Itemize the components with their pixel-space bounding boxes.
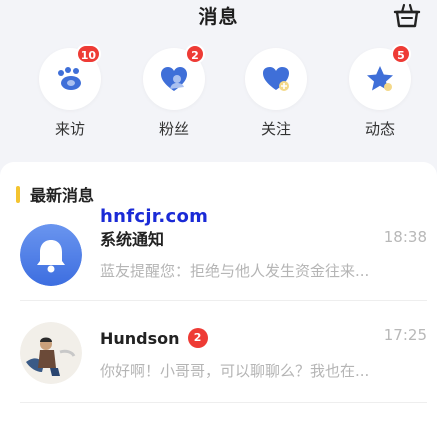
heart-person-icon — [161, 67, 187, 91]
message-preview: 蓝友提醒您：拒绝与他人发生资金往来... — [100, 262, 370, 280]
category-label: 来访 — [54, 120, 85, 138]
bell-icon — [20, 224, 82, 286]
heart-plus-icon — [263, 67, 289, 91]
message-row-system[interactable]: 系统通知 18:38 蓝友提醒您：拒绝与他人发生资金往来... — [0, 224, 437, 300]
header: 消息 — [0, 0, 437, 34]
footprint-icon — [58, 67, 81, 90]
category-label: 关注 — [260, 120, 291, 138]
category-icon-circle: 10 — [39, 44, 101, 110]
row-divider — [20, 300, 427, 301]
section-title: 最新消息 — [30, 186, 95, 205]
row-divider — [20, 402, 427, 403]
category-label: 动态 — [364, 120, 395, 138]
category-icon-circle: 2 — [143, 44, 205, 110]
category-badge: 10 — [75, 44, 101, 64]
section-header: 最新消息 — [16, 184, 95, 205]
message-sender-name: 系统通知 — [100, 230, 165, 249]
section-accent-bar — [16, 185, 20, 203]
message-sender-name: Hundson — [100, 328, 180, 348]
user-avatar — [20, 322, 82, 384]
basket-icon[interactable] — [393, 2, 421, 28]
category-visitors[interactable]: 10 来访 — [34, 44, 106, 139]
unread-badge: 2 — [187, 328, 208, 348]
message-preview: 你好啊！小哥哥，可以聊聊么？我也在... — [100, 362, 370, 380]
category-shortcuts: 10 来访 2 粉丝 关注 5 动态 — [0, 44, 437, 148]
category-badge: 2 — [185, 44, 205, 64]
message-time: 17:25 — [383, 326, 427, 344]
page-title: 消息 — [198, 6, 239, 28]
category-label: 粉丝 — [158, 120, 189, 138]
star-icon — [367, 66, 393, 91]
message-time: 18:38 — [383, 228, 427, 246]
messages-panel: 最新消息 hnfcjr.com 系统通知 18:38 蓝友提醒您：拒绝与他人发生… — [0, 162, 437, 430]
category-moments[interactable]: 5 动态 — [344, 44, 416, 139]
category-following[interactable]: 关注 — [240, 48, 312, 139]
category-badge: 5 — [391, 44, 411, 64]
message-row-user[interactable]: Hundson 2 17:25 你好啊！小哥哥，可以聊聊么？我也在... — [0, 322, 437, 398]
category-icon-circle — [245, 48, 307, 110]
category-icon-circle: 5 — [349, 44, 411, 110]
message-sender: 系统通知 — [100, 226, 164, 250]
category-fans[interactable]: 2 粉丝 — [138, 44, 210, 139]
message-sender: Hundson 2 — [100, 328, 208, 348]
